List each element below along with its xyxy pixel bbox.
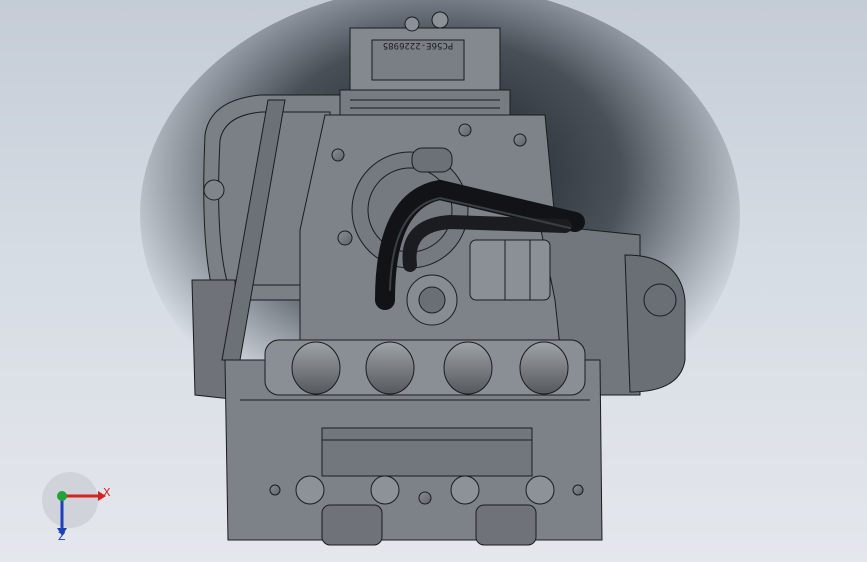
bolt: [331, 148, 345, 162]
top-knob[interactable]: [431, 11, 449, 29]
right-cover[interactable]: [624, 254, 686, 393]
lower-block-panel: [321, 427, 533, 477]
reference-triad[interactable]: [40, 470, 120, 550]
intake-pot-4[interactable]: [519, 341, 569, 395]
injector-3[interactable]: [450, 475, 480, 505]
injector-4[interactable]: [525, 475, 555, 505]
bracket-bolt: [203, 179, 225, 201]
starter-motor[interactable]: [469, 239, 551, 301]
top-knob[interactable]: [404, 16, 420, 32]
intake-pot-3[interactable]: [443, 341, 493, 395]
bolt: [572, 484, 584, 496]
bolt: [418, 491, 432, 505]
bolt: [337, 230, 353, 246]
thermostat-inner: [418, 286, 446, 314]
injector-1[interactable]: [295, 475, 325, 505]
bottom-pad-right: [475, 504, 537, 546]
intake-pot-1[interactable]: [291, 341, 341, 395]
graphics-viewport[interactable]: PC56E-2226985 X Z: [0, 0, 867, 562]
bolt: [513, 133, 527, 147]
bolt: [269, 484, 281, 496]
triad-shadow: [42, 472, 98, 528]
y-axis-point: [57, 491, 67, 501]
oil-filler[interactable]: [411, 147, 453, 173]
x-axis-label: X: [103, 486, 111, 499]
engine-model[interactable]: PC56E-2226985: [0, 0, 867, 562]
bolt: [458, 123, 472, 137]
part-number-label: PC56E-2226985: [383, 40, 453, 50]
z-axis-label: Z: [58, 530, 66, 543]
injector-2[interactable]: [370, 475, 400, 505]
intake-pot-2[interactable]: [365, 341, 415, 395]
bottom-pad-left: [321, 504, 383, 546]
